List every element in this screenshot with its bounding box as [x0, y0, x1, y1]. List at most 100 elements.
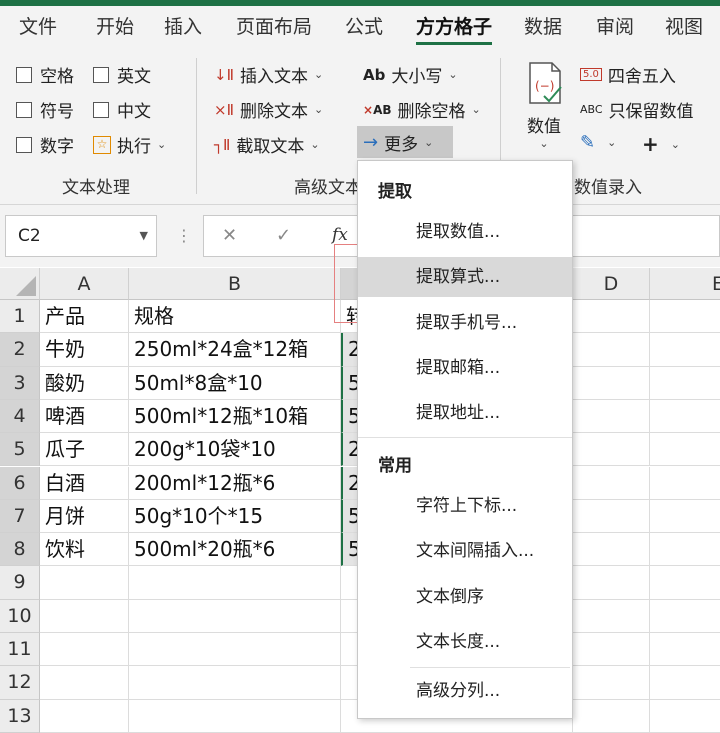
tab-review[interactable]: 审阅: [596, 12, 634, 39]
table-cell[interactable]: [129, 699, 341, 733]
table-cell[interactable]: [650, 333, 720, 367]
table-cell[interactable]: [40, 566, 129, 600]
table-cell[interactable]: 白酒: [40, 466, 129, 500]
table-cell[interactable]: [40, 699, 129, 733]
dropdown-triangle-icon[interactable]: ▼: [140, 229, 148, 242]
menu-item-interval-insert[interactable]: 文本间隔插入...: [358, 531, 572, 571]
menu-item-extract-number[interactable]: 提取数值...: [358, 212, 572, 252]
keep-value-button[interactable]: ABC 只保留数值: [580, 97, 694, 122]
checkbox-symbol[interactable]: 符号: [16, 97, 74, 122]
checkbox-box[interactable]: [16, 136, 32, 153]
value-button[interactable]: 数值 ⌄: [527, 112, 561, 150]
row-header[interactable]: 6: [0, 466, 40, 500]
table-cell[interactable]: [129, 566, 341, 600]
row-header[interactable]: 1: [0, 300, 40, 334]
table-cell[interactable]: [650, 433, 720, 467]
tab-page-layout[interactable]: 页面布局: [236, 12, 312, 39]
table-cell[interactable]: [650, 700, 720, 733]
round-button[interactable]: 5.0 四舍五入: [580, 62, 676, 87]
table-cell[interactable]: [650, 500, 720, 534]
tab-insert[interactable]: 插入: [164, 12, 202, 39]
more-button[interactable]: → 更多 ⌄: [357, 126, 453, 158]
cancel-icon[interactable]: ✕: [222, 225, 237, 246]
checkbox-box[interactable]: [16, 66, 32, 83]
menu-item-superscript[interactable]: 字符上下标...: [358, 486, 572, 526]
row-header[interactable]: 13: [0, 699, 40, 733]
table-cell[interactable]: [650, 300, 720, 334]
table-cell[interactable]: [650, 566, 720, 600]
confirm-icon[interactable]: ✓: [276, 225, 291, 246]
table-cell[interactable]: [573, 366, 650, 400]
table-cell[interactable]: 500ml*20瓶*6: [129, 533, 341, 567]
fx-icon[interactable]: fx: [332, 225, 348, 245]
tab-fangfang[interactable]: 方方格子: [416, 12, 492, 39]
row-header[interactable]: 7: [0, 499, 40, 534]
execute-button[interactable]: ☆ 执行 ⌄: [93, 132, 166, 157]
name-box[interactable]: C2 ▼: [5, 215, 157, 257]
table-cell[interactable]: 产品: [40, 300, 129, 334]
table-cell[interactable]: [40, 599, 129, 633]
row-header[interactable]: 11: [0, 633, 40, 667]
table-cell[interactable]: [129, 666, 341, 700]
insert-text-button[interactable]: ↓Ⅱ 插入文本 ⌄: [214, 62, 323, 88]
table-cell[interactable]: [40, 666, 129, 700]
menu-item-reverse-text[interactable]: 文本倒序: [358, 577, 572, 617]
table-cell[interactable]: 月饼: [40, 499, 129, 534]
row-header[interactable]: 2: [0, 333, 40, 367]
tab-data[interactable]: 数据: [524, 12, 562, 39]
row-header[interactable]: 8: [0, 533, 40, 567]
menu-item-extract-formula[interactable]: 提取算式...: [358, 257, 572, 297]
select-all-corner[interactable]: [0, 268, 40, 300]
tab-file[interactable]: 文件: [19, 12, 57, 39]
menu-item-advanced-split[interactable]: 高级分列...: [358, 671, 572, 711]
table-cell[interactable]: [573, 399, 650, 434]
table-cell[interactable]: 50g*10个*15: [129, 499, 341, 534]
cut-text-button[interactable]: ┐Ⅱ 截取文本 ⌄: [214, 132, 320, 158]
table-cell[interactable]: [573, 533, 650, 567]
table-cell[interactable]: [650, 600, 720, 633]
table-cell[interactable]: 500ml*12瓶*10箱: [129, 399, 341, 434]
table-cell[interactable]: 牛奶: [40, 333, 129, 367]
table-cell[interactable]: [573, 599, 650, 633]
checkbox-box[interactable]: [93, 101, 109, 118]
checkbox-number[interactable]: 数字: [16, 132, 74, 157]
row-header[interactable]: 5: [0, 433, 40, 467]
table-cell[interactable]: [573, 466, 650, 500]
delete-space-button[interactable]: ×AB 删除空格 ⌄: [363, 97, 481, 122]
table-cell[interactable]: 酸奶: [40, 366, 129, 400]
menu-item-text-length[interactable]: 文本长度...: [358, 622, 572, 662]
table-cell[interactable]: 250ml*24盒*12箱: [129, 333, 341, 367]
menu-item-extract-phone[interactable]: 提取手机号...: [358, 303, 572, 343]
column-header-d[interactable]: D: [573, 268, 650, 300]
row-header[interactable]: 9: [0, 566, 40, 600]
checkbox-english[interactable]: 英文: [93, 62, 151, 87]
checkbox-space[interactable]: 空格: [16, 62, 74, 87]
delete-text-button[interactable]: ×Ⅱ 删除文本 ⌄: [214, 97, 323, 123]
table-cell[interactable]: [129, 599, 341, 633]
column-header-a[interactable]: A: [40, 268, 129, 300]
table-cell[interactable]: [573, 699, 650, 733]
table-cell[interactable]: [650, 467, 720, 500]
table-cell[interactable]: [573, 333, 650, 367]
table-cell[interactable]: 200ml*12瓶*6: [129, 466, 341, 500]
table-cell[interactable]: [573, 300, 650, 334]
table-cell[interactable]: 瓜子: [40, 433, 129, 467]
column-header-b[interactable]: B: [129, 268, 341, 300]
edit-button[interactable]: ✎ ⌄: [580, 132, 616, 153]
tab-formulas[interactable]: 公式: [345, 12, 383, 39]
row-header[interactable]: 12: [0, 666, 40, 700]
table-cell[interactable]: [129, 633, 341, 667]
table-cell[interactable]: [40, 633, 129, 667]
column-header-e[interactable]: E: [650, 268, 720, 300]
table-cell[interactable]: [573, 499, 650, 534]
add-button[interactable]: + ⌄: [642, 132, 680, 156]
tab-view[interactable]: 视图: [665, 12, 703, 39]
table-cell[interactable]: [650, 633, 720, 667]
table-cell[interactable]: [650, 533, 720, 567]
table-cell[interactable]: 规格: [129, 300, 341, 334]
table-cell[interactable]: [650, 367, 720, 400]
table-cell[interactable]: [573, 666, 650, 700]
row-header[interactable]: 10: [0, 599, 40, 633]
case-button[interactable]: Ab 大小写 ⌄: [363, 62, 458, 88]
table-cell[interactable]: [650, 666, 720, 700]
